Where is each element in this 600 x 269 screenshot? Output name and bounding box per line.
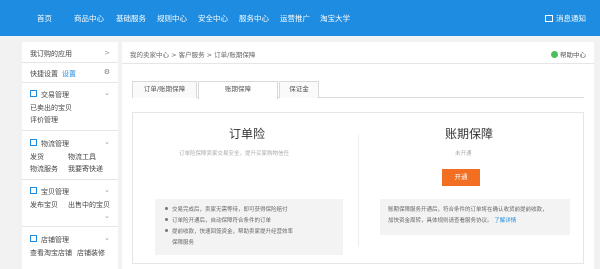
sidebar-item-logistics-tools[interactable]: 物流工具 [68, 152, 96, 162]
sidebar-section-trade[interactable]: 交易管理 [41, 90, 69, 100]
nav-services[interactable]: 服务中心 [239, 13, 269, 24]
goods-icon [30, 187, 37, 194]
nav-marketing[interactable]: 运营推广 [280, 13, 310, 24]
tab-bar: 订单/账期保障 账期保障 保证金 [132, 81, 584, 99]
order-bullet-cont: 保障服务 [172, 240, 195, 246]
logistics-icon [30, 139, 37, 146]
mail-icon [545, 15, 553, 22]
sidebar: 我订购的应用 > 快捷设置 设置 ⚙ 交易管理 ⌄ 已卖出的宝贝 评价管理 物流… [22, 42, 118, 269]
nav-rules[interactable]: 规则中心 [157, 13, 187, 24]
quick-settings-label: 快捷设置 [30, 70, 58, 78]
chevron-down-icon[interactable]: ⌄ [104, 212, 110, 220]
chevron-down-icon[interactable]: ⌄ [104, 138, 110, 146]
nav-university[interactable]: 淘宝大学 [320, 13, 350, 24]
sidebar-section-goods[interactable]: 宝贝管理 [41, 187, 69, 197]
protection-panel: 订单险 订单险保障卖家交易安全，提升买家购物信任 交易完成后，卖家无需等待，即可… [132, 112, 584, 264]
sidebar-section-shop[interactable]: 店铺管理 [41, 235, 69, 245]
quick-settings-link[interactable]: 设置 [62, 69, 76, 79]
period-status: 未开通 [455, 151, 472, 157]
order-bullet: 提前收款，快速回笼资金，帮助卖家提升经营效率 [165, 227, 293, 235]
breadcrumb: 我的卖家中心 > 客户服务 > 订单/账期保障 [130, 51, 256, 59]
tab-deposit[interactable]: 保证金 [279, 81, 319, 98]
chevron-right-icon: > [104, 49, 110, 57]
learn-more-link[interactable]: 了解详情 [494, 218, 516, 224]
nav-basic-services[interactable]: 基础服务 [116, 13, 146, 24]
my-apps-link[interactable]: 我订购的应用 [30, 49, 72, 59]
chevron-down-icon[interactable]: ⌄ [104, 234, 110, 242]
sidebar-item-sold[interactable]: 已卖出的宝贝 [30, 103, 72, 113]
sidebar-item-publish[interactable]: 发布宝贝 [30, 200, 58, 210]
top-navigation-bar: 首页 商品中心 基础服务 规则中心 安全中心 服务中心 运营推广 淘宝大学 消息… [0, 0, 600, 36]
order-bullet: 订单险开通后，自动保障符合条件的订单 [165, 216, 271, 224]
gear-icon[interactable]: ⚙ [104, 68, 110, 76]
sidebar-item-send-express[interactable]: 我要寄快递 [68, 164, 103, 174]
sidebar-item-logistics-service[interactable]: 物流服务 [30, 164, 58, 174]
order-info-box: 交易完成后，卖家无需等待，即可获得保险赔付 订单险开通后，自动保障符合条件的订单… [155, 199, 343, 255]
sidebar-section-logistics[interactable]: 物流管理 [41, 139, 69, 149]
chevron-down-icon[interactable]: ⌄ [104, 186, 110, 194]
tab-order-period[interactable]: 订单/账期保障 [132, 81, 197, 98]
messages-link[interactable]: 消息通知 [545, 13, 586, 24]
order-bullet: 交易完成后，卖家无需等待，即可获得保险赔付 [165, 205, 288, 213]
nav-products[interactable]: 商品中心 [74, 13, 104, 24]
shop-icon [30, 235, 37, 242]
order-insurance-title: 订单险 [229, 127, 266, 141]
trade-icon [30, 90, 37, 97]
period-desc-line: 账期保障服务开通后，符合条件的订单将在确认收货前提前收款， [388, 207, 548, 213]
nav-security[interactable]: 安全中心 [198, 13, 228, 24]
activate-button[interactable]: 开通 [442, 169, 480, 186]
period-info-box: 账期保障服务开通后，符合条件的订单将在确认收货前提前收款， 加快资金周转，具体规… [380, 199, 570, 235]
help-icon [551, 51, 558, 58]
chevron-down-icon[interactable]: ⌄ [104, 89, 110, 97]
sidebar-item-reviews[interactable]: 评价管理 [30, 115, 58, 125]
sidebar-item-on-sale[interactable]: 出售中的宝贝 [68, 200, 110, 210]
period-protection-title: 账期保障 [445, 127, 494, 141]
period-desc-line: 加快资金周转，具体规则请查看服务协议。 了解详情 [388, 218, 517, 224]
main-content: 我的卖家中心 > 客户服务 > 订单/账期保障 帮助中心 订单/账期保障 账期保… [122, 42, 594, 269]
order-insurance-subtitle: 订单险保障卖家交易安全，提升买家购物信任 [179, 151, 290, 157]
sidebar-item-decorate[interactable]: 店铺装修 [77, 248, 105, 258]
help-link[interactable]: 帮助中心 [551, 49, 586, 59]
sidebar-item-view-shop[interactable]: 查看淘宝店铺 [30, 248, 72, 258]
nav-home[interactable]: 首页 [37, 13, 52, 24]
sidebar-item-ship[interactable]: 发货 [30, 152, 44, 162]
tab-period-protection[interactable]: 账期保障 [198, 81, 278, 99]
